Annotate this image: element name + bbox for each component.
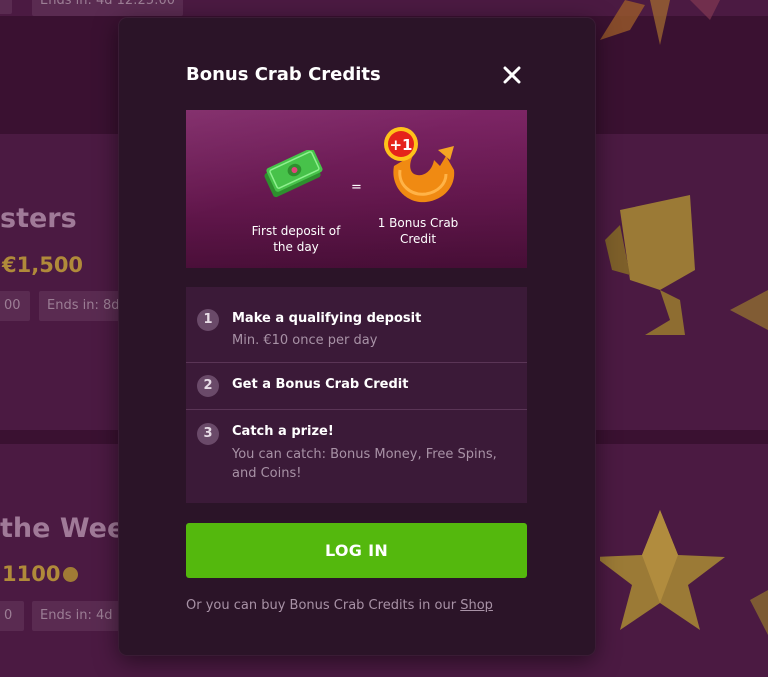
bg-card-ends-chip: Ends in: 4d	[32, 601, 121, 631]
modal-title: Bonus Crab Credits	[186, 64, 381, 85]
step-item: 2 Get a Bonus Crab Credit	[186, 363, 527, 409]
step-number: 1	[197, 309, 219, 331]
plus-one-badge: +1	[389, 136, 412, 154]
crab-claw-icon: +1	[384, 127, 455, 203]
star-decoration-icon	[600, 0, 720, 45]
step-description: Min. €10 once per day	[232, 333, 378, 348]
steps-list: 1 Make a qualifying deposit Min. €10 onc…	[186, 287, 527, 503]
step-number: 3	[197, 423, 219, 445]
bg-card-title: sters	[0, 203, 77, 234]
star-decoration-icon	[600, 510, 768, 635]
coin-icon	[63, 567, 79, 582]
close-button[interactable]	[501, 64, 523, 86]
step-number: 2	[197, 375, 219, 397]
shop-footer-text: Or you can buy Bonus Crab Credits in our	[186, 598, 457, 613]
equals-sign: =	[351, 180, 362, 195]
step-item: 1 Make a qualifying deposit Min. €10 onc…	[186, 287, 527, 362]
bg-card-prize: €1,500	[2, 253, 84, 277]
bg-card-chip: 00	[0, 291, 30, 321]
step-title: Make a qualifying deposit	[232, 311, 422, 326]
bg-chip-top-ends: Ends in: 4d 12:25:00	[32, 0, 184, 16]
bg-chip-top-left	[0, 0, 12, 14]
close-icon	[503, 66, 521, 84]
cash-icon	[264, 150, 323, 198]
bg-card-prize: 1100	[2, 562, 79, 586]
bg-card-prize-value: 1100	[2, 562, 61, 586]
trophy-icon	[605, 195, 768, 335]
deposit-caption: First deposit of the day	[251, 224, 341, 254]
bonus-crab-credits-modal: Bonus Crab Credits = +1 First deposit of…	[119, 18, 595, 655]
shop-footer: Or you can buy Bonus Crab Credits in our…	[186, 598, 493, 613]
shop-link[interactable]: Shop	[460, 598, 493, 613]
step-title: Get a Bonus Crab Credit	[232, 377, 409, 392]
step-description: You can catch: Bonus Money, Free Spins, …	[232, 447, 497, 481]
bg-card-chip: 0	[0, 601, 24, 631]
login-button[interactable]: LOG IN	[186, 523, 527, 578]
bonus-banner: = +1 First deposit of the day 1 Bonus Cr…	[186, 110, 527, 268]
step-item: 3 Catch a prize! You can catch: Bonus Mo…	[186, 410, 527, 503]
bg-card-ends-chip: Ends in: 8d	[39, 291, 128, 321]
credit-caption: 1 Bonus Crab Credit	[377, 216, 459, 246]
step-title: Catch a prize!	[232, 424, 334, 439]
